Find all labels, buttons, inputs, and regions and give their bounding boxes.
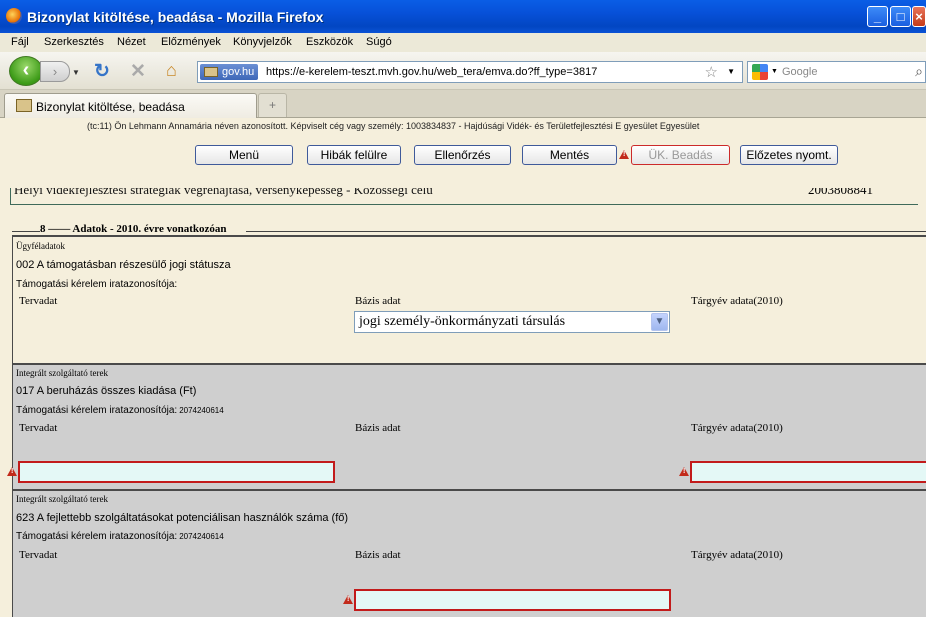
field-label: 623 A fejlettebb szolgáltatásokat potenc…: [16, 512, 349, 524]
column-target: Tárgyév adata(2010): [691, 549, 783, 561]
column-base: Bázis adat: [355, 295, 401, 307]
application-id-value: 2074240614: [179, 532, 224, 541]
tab-bar: Bizonylat kitöltése, beadása +: [0, 90, 926, 118]
authentication-info: (tc:11) Ön Lehmann Annamária néven azono…: [87, 121, 700, 131]
field-label: 002 A támogatásban részesülő jogi státus…: [16, 259, 231, 271]
google-engine-icon[interactable]: [752, 64, 768, 80]
fieldset-legend: 8 —— Adatok - 2010. évre vonatkozóan: [40, 223, 227, 235]
address-bar[interactable]: gov.hu https://e-kerelem-teszt.mvh.gov.h…: [197, 61, 743, 83]
column-plan: Tervadat: [19, 422, 58, 434]
column-target: Tárgyév adata(2010): [691, 295, 783, 307]
menu-button[interactable]: Menü: [195, 145, 293, 165]
bookmark-star-icon[interactable]: ☆: [705, 63, 718, 81]
application-id-value: 2074240614: [179, 406, 224, 415]
application-id-label: Támogatási kérelem iratazonosítója: 20742…: [16, 405, 224, 416]
new-tab-button[interactable]: +: [258, 93, 287, 117]
menu-tools[interactable]: Eszközök: [306, 36, 353, 48]
error-icon: [7, 467, 17, 476]
field-label: 017 A beruházás összes kiadása (Ft): [16, 385, 197, 397]
error-icon: [343, 595, 353, 604]
save-button[interactable]: Mentés: [522, 145, 617, 165]
site-favicon-icon: [204, 67, 218, 77]
window-title-bar: Bizonylat kitöltése, beadása - Mozilla F…: [0, 0, 926, 33]
url-text[interactable]: https://e-kerelem-teszt.mvh.gov.hu/web_t…: [266, 66, 597, 78]
site-identity-badge[interactable]: gov.hu: [200, 64, 259, 80]
engine-dropdown-icon[interactable]: ▼: [771, 68, 778, 75]
window-title: Bizonylat kitöltése, beadása - Mozilla F…: [27, 9, 324, 25]
firefox-icon: [6, 8, 22, 24]
tab-bizonylat[interactable]: Bizonylat kitöltése, beadása: [4, 93, 257, 118]
tab-title: Bizonylat kitöltése, beadása: [36, 100, 185, 114]
search-box[interactable]: ▼ Google ⌕: [747, 61, 926, 83]
menu-help[interactable]: Súgó: [366, 36, 392, 48]
section-group-label: Ügyféladatok: [16, 241, 65, 251]
submit-button[interactable]: ÜK. Beadás: [631, 145, 730, 165]
legal-status-select[interactable]: jogi személy-önkormányzati társulás ▼: [354, 311, 670, 333]
column-plan: Tervadat: [19, 549, 58, 561]
errors-to-top-button[interactable]: Hibák felülre: [307, 145, 401, 165]
error-icon: [679, 467, 689, 476]
menu-history[interactable]: Előzmények: [161, 36, 221, 48]
menu-file[interactable]: Fájl: [11, 36, 29, 48]
back-button[interactable]: ‹: [9, 56, 43, 86]
navigation-toolbar: ‹ › ▼ ↻ ✕ ⌂ gov.hu https://e-kerelem-tes…: [0, 52, 926, 90]
menu-bookmarks[interactable]: Könyvjelzők: [233, 36, 292, 48]
form-title-cutoff: Helyi vidékfejlesztési stratégiák végreh…: [14, 182, 433, 197]
chevron-down-icon[interactable]: ▼: [651, 313, 668, 331]
close-button[interactable]: ×: [912, 6, 926, 27]
tab-favicon-icon: [16, 99, 32, 112]
application-id-label: Támogatási kérelem iratazonosítója:: [16, 279, 178, 290]
page-content: (tc:11) Ön Lehmann Annamária néven azono…: [0, 118, 926, 617]
select-value: jogi személy-önkormányzati társulás: [359, 314, 566, 329]
stop-icon[interactable]: ✕: [130, 60, 146, 83]
minimize-button[interactable]: _: [867, 6, 888, 27]
column-base: Bázis adat: [355, 422, 401, 434]
menu-bar: Fájl Szerkesztés Nézet Előzmények Könyvj…: [0, 33, 926, 52]
fieldset-title: Adatok - 2010. évre vonatkozóan: [72, 223, 227, 235]
menu-view[interactable]: Nézet: [117, 36, 146, 48]
warning-icon: [619, 150, 629, 159]
menu-edit[interactable]: Szerkesztés: [44, 36, 104, 48]
search-icon[interactable]: ⌕: [915, 63, 923, 80]
fieldset-number: 8: [40, 223, 46, 235]
column-target: Tárgyév adata(2010): [691, 422, 783, 434]
home-icon[interactable]: ⌂: [166, 60, 177, 81]
divider: [10, 204, 918, 205]
form-number-cutoff: 2003808841: [808, 182, 873, 197]
section-client-data: Ügyféladatok 002 A támogatásban részesül…: [12, 235, 926, 365]
fieldset-border: [12, 231, 40, 232]
section-group-label: Integrált szolgáltató terek: [16, 494, 108, 504]
application-id-label: Támogatási kérelem iratazonosítója: 20742…: [16, 531, 224, 542]
check-button[interactable]: Ellenőrzés: [414, 145, 511, 165]
section-group-label: Integrált szolgáltató terek: [16, 368, 108, 378]
divider: [10, 188, 11, 205]
history-dropdown-icon[interactable]: ▼: [72, 68, 80, 77]
url-dropdown-icon[interactable]: ▼: [727, 67, 735, 76]
plan-value-input-017[interactable]: [18, 461, 335, 483]
target-value-input-017[interactable]: [690, 461, 926, 483]
column-base: Bázis adat: [355, 549, 401, 561]
column-plan: Tervadat: [19, 295, 58, 307]
site-badge-label: gov.hu: [222, 66, 255, 78]
print-preview-button[interactable]: Előzetes nyomt.: [740, 145, 838, 165]
maximize-button[interactable]: □: [890, 6, 911, 27]
base-value-input-623[interactable]: [354, 589, 671, 611]
fieldset-border: [246, 231, 926, 232]
search-placeholder: Google: [782, 66, 818, 78]
reload-icon[interactable]: ↻: [94, 60, 110, 83]
forward-button[interactable]: ›: [40, 61, 70, 82]
